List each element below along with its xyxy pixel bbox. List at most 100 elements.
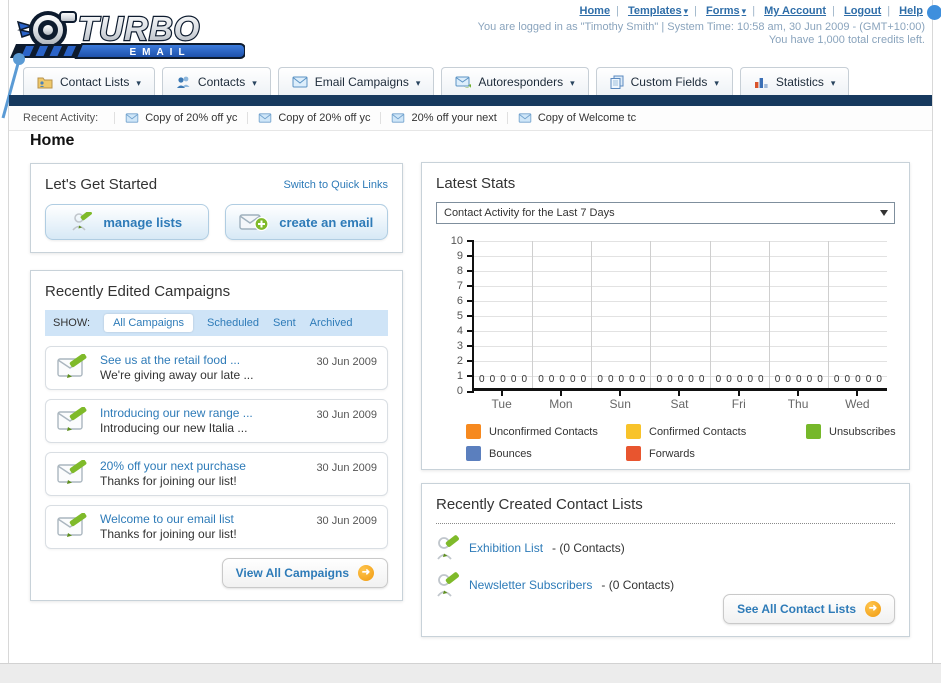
- nav-tab-label: Custom Fields: [630, 75, 708, 89]
- credits-info-line: You have 1,000 total credits left.: [768, 34, 925, 46]
- chart-value-label: 0: [629, 374, 635, 385]
- contact-list-name-link[interactable]: Exhibition List: [469, 541, 543, 555]
- chart-value-label: 0: [521, 374, 528, 385]
- svg-text:EMAIL: EMAIL: [129, 47, 190, 58]
- folder-user-icon: [37, 77, 53, 89]
- nav-tab-label: Contact Lists: [60, 75, 130, 89]
- legend-item: Bounces: [466, 446, 626, 461]
- recent-activity-item[interactable]: Copy of 20% off yc: [114, 112, 247, 124]
- view-all-campaigns-button[interactable]: View All Campaigns ➜: [221, 558, 388, 588]
- campaign-list-item[interactable]: See us at the retail food ... We're givi…: [45, 346, 388, 390]
- chart-value-label: 0: [688, 374, 694, 385]
- person-pencil-icon: [437, 572, 459, 597]
- campaign-list-item[interactable]: Welcome to our email list Thanks for joi…: [45, 505, 388, 549]
- turbo-email-logo: TURBO EMAIL: [10, 4, 246, 60]
- nav-tab-autoresponders[interactable]: Autoresponders: [441, 67, 589, 96]
- get-started-panel: Let's Get Started Switch to Quick Links …: [30, 163, 403, 253]
- campaign-list: See us at the retail food ... We're givi…: [45, 346, 388, 549]
- pages-icon: [610, 75, 624, 89]
- chart-x-labels: Tue Mon Sun Sat Fri Thu Wed: [472, 391, 887, 411]
- campaign-title-link[interactable]: Welcome to our email list: [100, 512, 308, 527]
- recent-activity-item[interactable]: Copy of 20% off yc: [247, 112, 380, 124]
- campaign-title-link[interactable]: 20% off your next purchase: [100, 459, 308, 474]
- stats-period-dropdown[interactable]: Contact Activity for the Last 7 Days: [436, 202, 895, 224]
- help-bubble-icon[interactable]: [927, 5, 941, 20]
- chart-value-label: 0: [736, 374, 743, 385]
- chart-x-tick-label: Fri: [731, 397, 746, 411]
- contact-list-item[interactable]: Exhibition List - (0 Contacts): [436, 535, 895, 561]
- top-link-home[interactable]: Home: [580, 5, 611, 17]
- legend-swatch: [626, 424, 641, 439]
- legend-item: Confirmed Contacts: [626, 424, 806, 439]
- campaigns-filter-bar: SHOW: All Campaigns Scheduled Sent Archi…: [45, 310, 388, 336]
- chart-value-label: 0: [747, 374, 753, 385]
- see-all-contact-lists-button[interactable]: See All Contact Lists ➜: [723, 594, 895, 624]
- nav-tab-statistics[interactable]: Statistics: [739, 67, 850, 96]
- latest-stats-panel: Latest Stats Contact Activity for the La…: [421, 162, 910, 470]
- chart-value-label: 0: [559, 374, 565, 385]
- create-an-email-button[interactable]: create an email: [224, 204, 388, 240]
- recently-created-contact-lists-panel: Recently Created Contact Lists Exhibitio…: [421, 483, 910, 637]
- app-window: TURBO EMAIL Home| Templates| Forms| My A…: [0, 0, 941, 683]
- campaign-title-link[interactable]: Introducing our new range ...: [100, 406, 308, 421]
- top-link-help[interactable]: Help: [899, 5, 923, 17]
- chart-value-label: 0: [758, 374, 764, 385]
- campaign-list-item[interactable]: 20% off your next purchase Thanks for jo…: [45, 452, 388, 496]
- campaign-subtitle: We're giving away our late ...: [100, 368, 254, 382]
- contact-lists-panel-title: Recently Created Contact Lists: [436, 496, 643, 513]
- nav-tab-label: Contacts: [197, 75, 246, 89]
- top-link-my-account[interactable]: My Account: [764, 5, 826, 17]
- top-link-templates[interactable]: Templates: [628, 5, 688, 17]
- navigation-divider-bar: [9, 95, 932, 106]
- legend-swatch: [626, 446, 641, 461]
- show-label: SHOW:: [53, 317, 91, 329]
- envelope-plus-icon: [239, 214, 269, 232]
- arrow-right-icon: ➜: [358, 565, 374, 581]
- nav-tab-contact-lists[interactable]: Contact Lists: [23, 67, 155, 96]
- dotted-divider: [436, 523, 895, 524]
- chevron-down-icon: [831, 75, 836, 89]
- filter-tab-all-campaigns[interactable]: All Campaigns: [104, 314, 193, 332]
- chart-plot: 00000000000000000000000000000000000: [467, 240, 887, 393]
- filter-tab-archived[interactable]: Archived: [310, 317, 353, 329]
- chart-day-group: 00000: [650, 241, 709, 388]
- chart-value-label: 0: [726, 374, 732, 385]
- legend-swatch: [466, 446, 481, 461]
- manage-lists-button[interactable]: manage lists: [45, 204, 209, 240]
- chart-value-label: 0: [639, 374, 646, 385]
- person-pencil-icon: [72, 212, 93, 231]
- bar-chart-icon: [754, 78, 768, 88]
- campaign-subtitle: Thanks for joining our list!: [100, 474, 237, 488]
- chart-value-label: 0: [795, 374, 802, 385]
- chart-value-label: 0: [833, 374, 840, 385]
- chart-x-tick-label: Thu: [787, 397, 809, 411]
- chart-day-group: 00000: [474, 241, 532, 388]
- campaign-list-item[interactable]: Introducing our new range ... Introducin…: [45, 399, 388, 443]
- filter-tab-scheduled[interactable]: Scheduled: [207, 317, 259, 329]
- contact-list-name-link[interactable]: Newsletter Subscribers: [469, 578, 592, 592]
- campaign-date: 30 Jun 2009: [316, 356, 377, 368]
- nav-tab-custom-fields[interactable]: Custom Fields: [595, 67, 733, 96]
- nav-tab-contacts[interactable]: Contacts: [161, 67, 271, 96]
- switch-to-quick-links[interactable]: Switch to Quick Links: [283, 179, 388, 191]
- recent-activity-item[interactable]: Copy of Welcome tc: [506, 112, 646, 124]
- chart-day-group: 00000: [532, 241, 591, 388]
- nav-tab-label: Statistics: [775, 75, 824, 89]
- envelope-arrow-icon: [455, 76, 472, 88]
- chart-value-label: 0: [570, 374, 576, 385]
- chart-legend: Unconfirmed Contacts Confirmed Contacts Un…: [466, 424, 896, 461]
- chart-value-label: 0: [607, 374, 614, 385]
- top-link-forms[interactable]: Forms: [706, 5, 746, 17]
- dropdown-arrow-icon: [880, 210, 888, 216]
- chart-value-label: 0: [698, 374, 705, 385]
- campaign-date: 30 Jun 2009: [316, 462, 377, 474]
- nav-tab-email-campaigns[interactable]: Email Campaigns: [277, 67, 435, 96]
- chart-day-group: 00000: [768, 241, 828, 388]
- filter-tab-sent[interactable]: Sent: [273, 317, 296, 329]
- legend-item: Unsubscribes: [806, 424, 941, 439]
- recent-activity-item[interactable]: 20% off your next: [380, 112, 506, 124]
- top-link-logout[interactable]: Logout: [844, 5, 881, 17]
- chart-value-label: 0: [538, 374, 544, 385]
- campaign-title-link[interactable]: See us at the retail food ...: [100, 353, 308, 368]
- contact-list-count: - (0 Contacts): [552, 541, 625, 555]
